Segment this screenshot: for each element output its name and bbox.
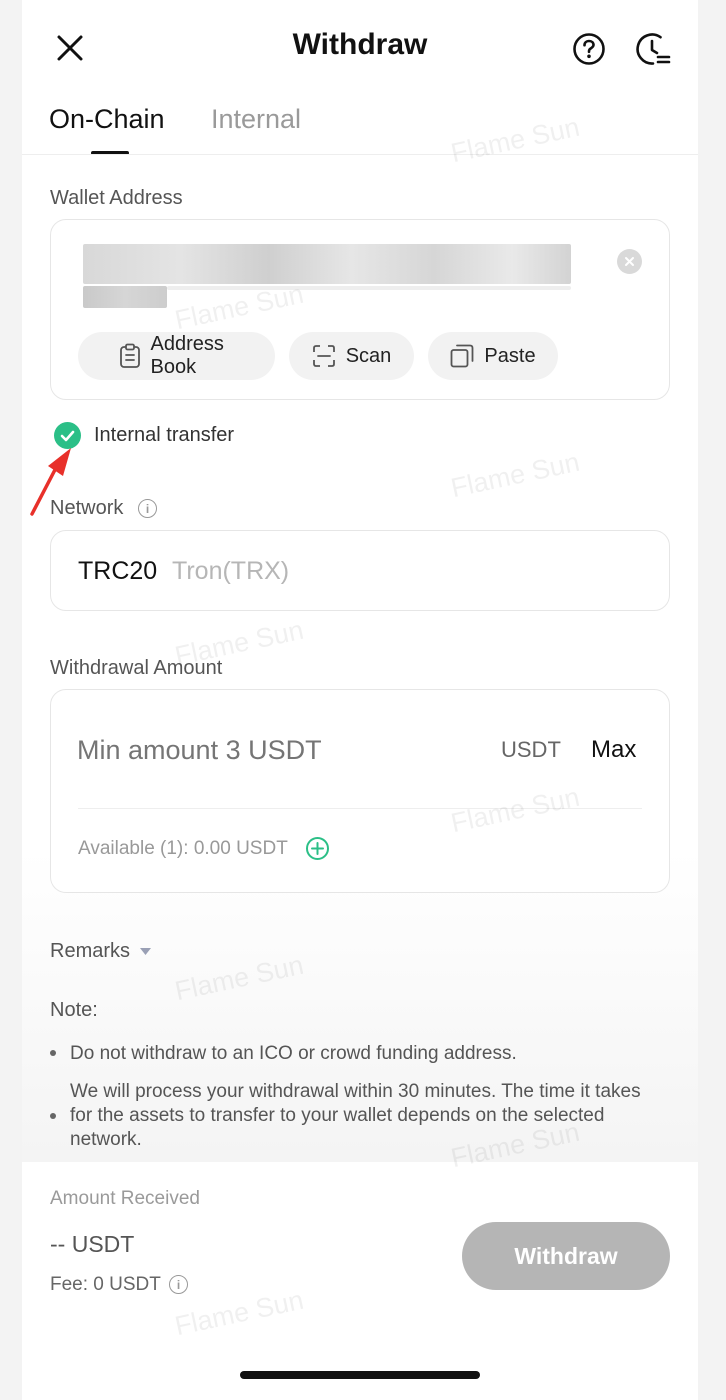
watermark: Flame Sun xyxy=(448,111,583,169)
tab-divider xyxy=(22,154,698,155)
caret-down-icon xyxy=(140,948,152,955)
scan-label: Scan xyxy=(345,344,392,367)
wallet-address-field[interactable]: Address Book Scan Paste xyxy=(50,219,670,400)
network-code: TRC20 xyxy=(78,557,158,585)
clear-address-icon[interactable] xyxy=(617,249,642,274)
clock-history-icon[interactable] xyxy=(634,30,674,68)
wallet-address-label: Wallet Address xyxy=(50,187,183,209)
paste-button[interactable]: Paste xyxy=(428,332,558,380)
amount-currency: USDT xyxy=(501,737,561,762)
withdrawal-amount-label: Withdrawal Amount xyxy=(50,657,223,679)
note-item: Do not withdraw to an ICO or crowd fundi… xyxy=(70,1043,517,1064)
note-bullet xyxy=(50,1113,56,1119)
paste-label: Paste xyxy=(484,344,536,367)
add-funds-icon[interactable] xyxy=(306,837,329,860)
scan-button[interactable]: Scan xyxy=(289,332,414,380)
amount-input[interactable] xyxy=(77,728,457,772)
remarks-toggle[interactable]: Remarks xyxy=(50,940,152,963)
watermark: Flame Sun xyxy=(448,446,583,504)
address-book-button[interactable]: Address Book xyxy=(78,332,275,380)
clipboard-icon xyxy=(119,343,140,368)
amount-received-label: Amount Received xyxy=(50,1188,200,1209)
network-info-icon[interactable]: i xyxy=(138,499,157,518)
withdraw-screen: Withdraw On-Chain Internal Wallet Addres… xyxy=(22,0,698,1400)
amount-received-value: -- USDT xyxy=(50,1231,135,1257)
available-balance: Available (1): 0.00 USDT xyxy=(78,838,288,859)
withdrawal-amount-card: USDT Max Available (1): 0.00 USDT xyxy=(50,689,670,893)
tab-on-chain[interactable]: On-Chain xyxy=(49,104,165,135)
scan-icon xyxy=(312,345,335,367)
copy-icon xyxy=(451,344,474,368)
home-indicator xyxy=(240,1371,480,1379)
remarks-label: Remarks xyxy=(50,940,131,962)
network-name: Tron(TRX) xyxy=(172,557,290,585)
amount-divider xyxy=(78,808,642,809)
tab-internal[interactable]: Internal xyxy=(211,104,301,135)
max-button[interactable]: Max xyxy=(591,736,636,764)
address-text-redacted xyxy=(63,244,571,330)
withdraw-button[interactable]: Withdraw xyxy=(462,1222,670,1290)
fee-text: Fee: 0 USDT xyxy=(50,1274,161,1295)
note-title: Note: xyxy=(50,999,98,1021)
network-label: Network xyxy=(50,497,124,519)
internal-transfer-label[interactable]: Internal transfer xyxy=(94,424,234,447)
address-book-label: Address Book xyxy=(150,333,224,378)
watermark: Flame Sun xyxy=(172,949,307,1007)
note-bullet xyxy=(50,1050,56,1056)
note-item: We will process your withdrawal within 3… xyxy=(70,1081,641,1150)
fee-info-icon[interactable]: i xyxy=(169,1275,188,1294)
check-icon xyxy=(60,430,75,441)
network-selector[interactable]: TRC20 Tron(TRX) xyxy=(50,530,670,611)
help-icon[interactable] xyxy=(570,30,608,68)
